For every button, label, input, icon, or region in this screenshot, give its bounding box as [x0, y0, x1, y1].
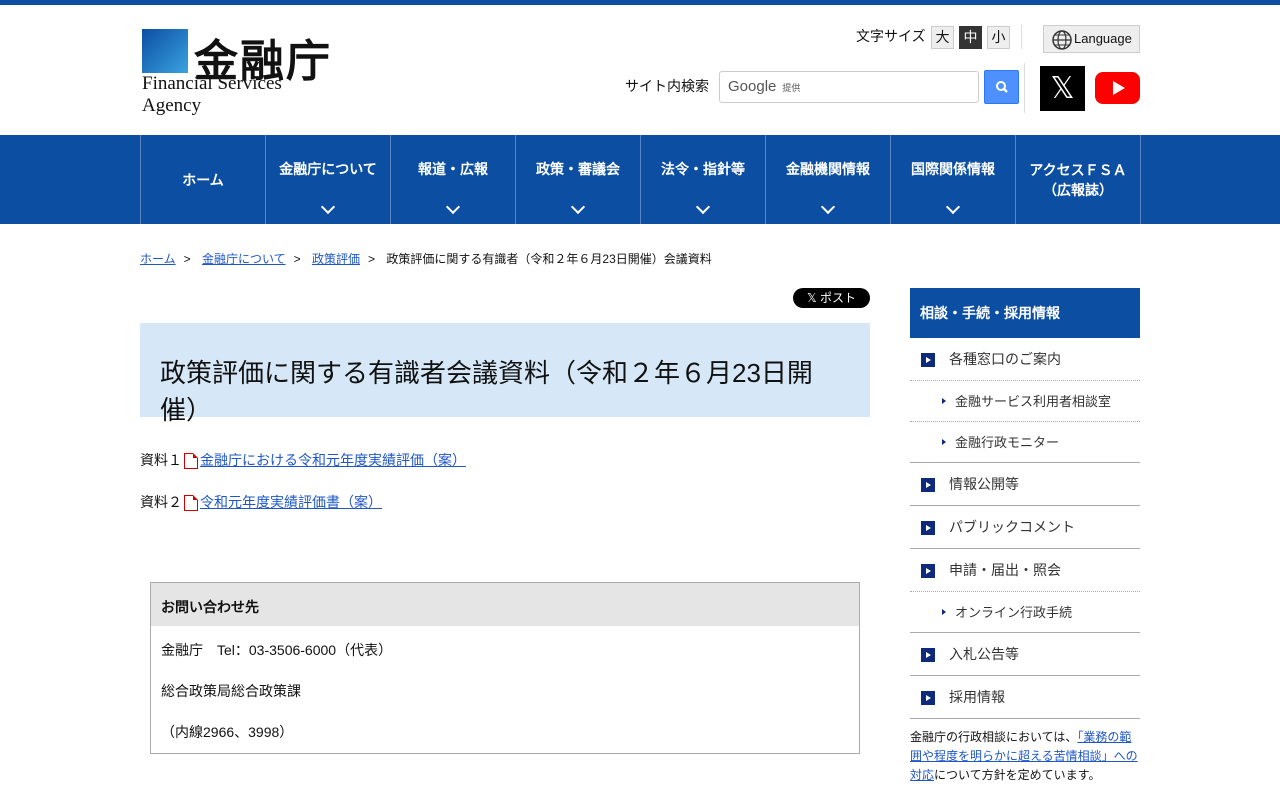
- language-label: Language: [1074, 31, 1132, 46]
- nav-international[interactable]: 国際関係情報: [891, 135, 1016, 224]
- x-twitter-icon[interactable]: 𝕏: [1040, 66, 1085, 111]
- pdf-icon: [184, 453, 198, 470]
- nav-label: 金融機関情報: [786, 160, 870, 177]
- sidebar-item[interactable]: 各種窓口のご案内: [910, 338, 1140, 381]
- breadcrumb-home[interactable]: ホーム: [140, 252, 176, 266]
- contact-line: 金融庁 Tel：03-3506-6000（代表）: [161, 642, 393, 658]
- font-size-medium-button[interactable]: 中: [959, 26, 982, 49]
- fsa-logo[interactable]: 金融庁 Financial Services Agency: [142, 25, 334, 116]
- sidebar-item-label: 採用情報: [949, 689, 1005, 705]
- arrow-icon: [921, 691, 935, 705]
- sidebar-item-label: 入札公告等: [949, 646, 1019, 662]
- nav-label: アクセスＦＳＡ: [1029, 161, 1127, 178]
- nav-label: ホーム: [182, 171, 224, 188]
- document-label: 資料１: [140, 452, 182, 468]
- post-label: ポスト: [820, 291, 857, 305]
- chevron-down-icon: [945, 199, 961, 215]
- document-item: 資料２ 令和元年度実績評価書（案）: [140, 492, 382, 512]
- sidebar-item-label: 情報公開等: [949, 476, 1019, 492]
- search-button[interactable]: [984, 70, 1019, 104]
- sidebar-item-label: 各種窓口のご案内: [949, 351, 1061, 367]
- nav-laws[interactable]: 法令・指針等: [641, 135, 766, 224]
- arrow-icon: [921, 521, 935, 535]
- chevron-down-icon: [445, 199, 461, 215]
- sidebar-note: 金融庁の行政相談においては、「業務の範囲や程度を明らかに超える苦情相談」への対応…: [910, 719, 1140, 785]
- search-label: サイト内検索: [625, 78, 709, 94]
- globe-icon: [1052, 30, 1072, 50]
- chevron-down-icon: [695, 199, 711, 215]
- nav-press[interactable]: 報道・広報: [391, 135, 516, 224]
- pdf-icon: [184, 495, 198, 512]
- document-label: 資料２: [140, 494, 182, 510]
- search-provided: 提供: [782, 83, 801, 93]
- logo-english: Financial Services Agency: [142, 73, 282, 116]
- breadcrumb-policy-evaluation[interactable]: 政策評価: [312, 252, 360, 266]
- sidebar: 相談・手続・採用情報 各種窓口のご案内 金融サービス利用者相談室 金融行政モニタ…: [910, 288, 1140, 785]
- note-text: 金融庁の行政相談においては、: [910, 730, 1078, 744]
- sidebar-item-label: 金融サービス利用者相談室: [955, 394, 1112, 409]
- sidebar-subitem[interactable]: 金融行政モニター: [910, 422, 1140, 463]
- global-nav: ホーム 金融庁について 報道・広報 政策・審議会 法令・指針等 金融機関情報 国…: [0, 135, 1280, 224]
- nav-label: （広報誌）: [1043, 181, 1113, 198]
- page-title: 政策評価に関する有識者会議資料（令和２年６月23日開催）: [140, 323, 870, 425]
- chevron-down-icon: [820, 199, 836, 215]
- nav-label: 報道・広報: [418, 160, 488, 177]
- nav-access-fsa[interactable]: アクセスＦＳＡ （広報誌）: [1016, 135, 1141, 224]
- nav-institutions[interactable]: 金融機関情報: [766, 135, 891, 224]
- sidebar-heading: 相談・手続・採用情報: [910, 288, 1140, 338]
- document-item: 資料１ 金融庁における令和元年度実績評価（案）: [140, 450, 466, 470]
- divider: [1021, 25, 1022, 49]
- sidebar-subitem[interactable]: 金融サービス利用者相談室: [910, 381, 1140, 422]
- nav-about[interactable]: 金融庁について: [266, 135, 391, 224]
- nav-label: 金融庁について: [279, 160, 377, 177]
- nav-label: 国際関係情報: [911, 160, 995, 177]
- divider: [1024, 63, 1025, 113]
- document-link[interactable]: 金融庁における令和元年度実績評価（案）: [200, 452, 466, 468]
- sidebar-item-label: パブリックコメント: [949, 519, 1075, 535]
- arrow-icon: [921, 564, 935, 578]
- sidebar-item[interactable]: パブリックコメント: [910, 506, 1140, 549]
- sidebar-item[interactable]: 情報公開等: [910, 463, 1140, 506]
- breadcrumb-about[interactable]: 金融庁について: [202, 252, 286, 266]
- note-text: について方針を定めています。: [934, 768, 1101, 782]
- arrow-icon: [921, 478, 935, 492]
- search-input[interactable]: Google 提供: [719, 71, 979, 103]
- search-placeholder: Google: [728, 78, 777, 95]
- arrow-icon: [921, 353, 935, 367]
- nav-label: 法令・指針等: [661, 160, 745, 177]
- chevron-down-icon: [570, 199, 586, 215]
- document-link[interactable]: 令和元年度実績評価書（案）: [200, 494, 382, 510]
- contact-line: 総合政策局総合政策課: [161, 683, 301, 699]
- language-button[interactable]: Language: [1043, 25, 1140, 53]
- sidebar-item-label: 金融行政モニター: [955, 435, 1060, 450]
- contact-line: （内線2966、3998）: [161, 724, 294, 740]
- font-size-label: 文字サイズ: [856, 28, 926, 44]
- font-size-large-button[interactable]: 大: [931, 26, 954, 49]
- breadcrumb: ホーム > 金融庁について > 政策評価 > 政策評価に関する有識者（令和２年６月23…: [140, 252, 712, 266]
- sidebar-item[interactable]: 入札公告等: [910, 633, 1140, 676]
- x-post-button[interactable]: 𝕏 ポスト: [793, 288, 870, 308]
- breadcrumb-current: 政策評価に関する有識者（令和２年６月23日開催）会議資料: [386, 252, 712, 266]
- youtube-icon[interactable]: [1095, 72, 1140, 104]
- nav-policy[interactable]: 政策・審議会: [516, 135, 641, 224]
- nav-home[interactable]: ホーム: [141, 135, 266, 224]
- contact-box: お問い合わせ先 金融庁 Tel：03-3506-6000（代表） 総合政策局総合…: [150, 582, 860, 754]
- chevron-down-icon: [320, 199, 336, 215]
- sidebar-subitem[interactable]: オンライン行政手続: [910, 592, 1140, 633]
- sidebar-item[interactable]: 採用情報: [910, 676, 1140, 719]
- logo-mark: [142, 29, 188, 73]
- contact-heading: お問い合わせ先: [151, 583, 859, 626]
- font-size-small-button[interactable]: 小: [987, 26, 1010, 49]
- search-icon: [996, 81, 1008, 93]
- sidebar-item-label: オンライン行政手続: [955, 605, 1073, 620]
- nav-label: 政策・審議会: [536, 160, 620, 177]
- sidebar-item[interactable]: 申請・届出・照会: [910, 549, 1140, 592]
- arrow-icon: [921, 648, 935, 662]
- sidebar-item-label: 申請・届出・照会: [949, 562, 1061, 578]
